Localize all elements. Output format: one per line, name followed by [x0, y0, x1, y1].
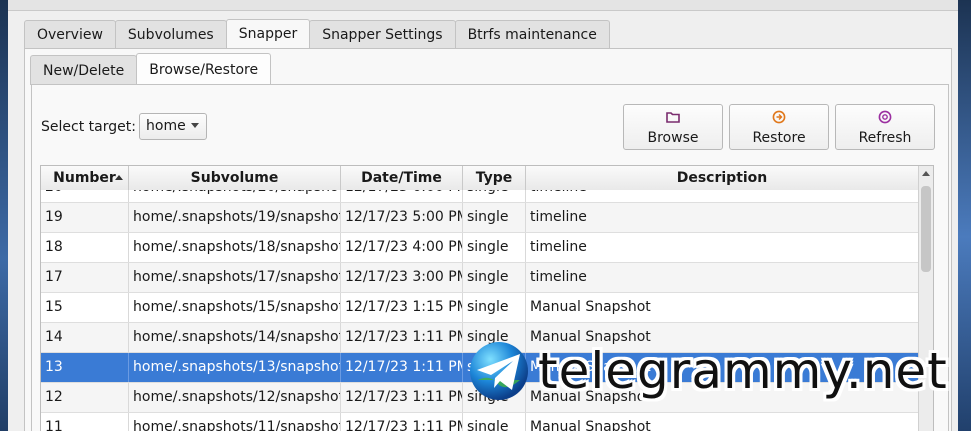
tab-snapper[interactable]: Snapper [225, 19, 311, 49]
cell-number: 12 [41, 383, 129, 412]
cell-subvolume: home/.snapshots/18/snapshot [129, 233, 341, 262]
cell-number: 11 [41, 413, 129, 431]
refresh-button[interactable]: Refresh [835, 104, 935, 150]
target-select[interactable]: home [139, 113, 207, 140]
cell-datetime: 12/17/23 6:00 PM [341, 190, 463, 202]
cell-description: timeline [526, 190, 919, 202]
cell-datetime: 12/17/23 4:00 PM [341, 233, 463, 262]
cell-number: 19 [41, 203, 129, 232]
chevron-down-icon [191, 123, 199, 128]
table-row[interactable]: 18 home/.snapshots/18/snapshot 12/17/23 4:… [41, 233, 919, 263]
sort-ascending-icon [115, 175, 123, 180]
cell-subvolume: home/.snapshots/17/snapshot [129, 263, 341, 292]
tab-browse-restore[interactable]: Browse/Restore [136, 53, 272, 85]
watermark-text: telegrammy.net [538, 342, 948, 400]
cell-datetime: 12/17/23 1:11 PM [341, 413, 463, 431]
refresh-button-label: Refresh [858, 130, 912, 146]
browse-button[interactable]: Browse [623, 104, 723, 150]
restore-button[interactable]: Restore [729, 104, 829, 150]
table-row[interactable]: 15 home/.snapshots/15/snapshot 12/17/23 1:… [41, 293, 919, 323]
browse-button-label: Browse [647, 130, 699, 146]
tab-snapper-settings[interactable]: Snapper Settings [309, 20, 456, 48]
cell-datetime: 12/17/23 1:11 PM [341, 383, 463, 412]
cell-description: Manual Snapshot [526, 293, 919, 322]
table-header: Number Subvolume Date/Time Type Descript… [41, 166, 919, 191]
cell-type: single [463, 293, 526, 322]
cell-type: single [463, 190, 526, 202]
target-select-value: home [146, 118, 186, 134]
telegram-globe-icon [470, 342, 528, 400]
column-header-type[interactable]: Type [463, 166, 526, 190]
cell-number: 18 [41, 233, 129, 262]
cell-number: 15 [41, 293, 129, 322]
cell-subvolume: home/.snapshots/15/snapshot [129, 293, 341, 322]
cell-datetime: 12/17/23 3:00 PM [341, 263, 463, 292]
cell-subvolume: home/.snapshots/14/snapshot [129, 323, 341, 352]
scroll-up-icon[interactable] [922, 171, 930, 176]
cell-subvolume: home/.snapshots/20/snapshot [129, 190, 341, 202]
cell-number: 13 [41, 353, 129, 382]
cell-subvolume: home/.snapshots/12/snapshot [129, 383, 341, 412]
restore-icon [772, 110, 786, 124]
cell-subvolume: home/.snapshots/13/snapshot [129, 353, 341, 382]
table-row[interactable]: 20home/.snapshots/20/snapshot12/17/23 6:… [41, 190, 919, 203]
refresh-icon [878, 110, 892, 124]
cell-datetime: 12/17/23 1:11 PM [341, 353, 463, 382]
cell-subvolume: home/.snapshots/11/snapshot [129, 413, 341, 431]
cell-type: single [463, 413, 526, 431]
cell-type: single [463, 233, 526, 262]
table-row[interactable]: 19 home/.snapshots/19/snapshot 12/17/23 5:… [41, 203, 919, 233]
restore-button-label: Restore [752, 130, 806, 146]
table-row[interactable]: 11 home/.snapshots/11/snapshot 12/17/23 1:… [41, 413, 919, 431]
folder-icon [666, 112, 680, 123]
desktop-background-right [958, 0, 971, 431]
cell-subvolume: home/.snapshots/19/snapshot [129, 203, 341, 232]
table-row[interactable]: 17 home/.snapshots/17/snapshot 12/17/23 3:… [41, 263, 919, 293]
scrollbar-thumb[interactable] [921, 186, 931, 272]
cell-description: timeline [526, 263, 919, 292]
desktop-background-left [0, 0, 8, 431]
cell-datetime: 12/17/23 1:15 PM [341, 293, 463, 322]
snapper-subtabbar: New/Delete Browse/Restore [30, 53, 272, 85]
cell-number: 20 [41, 190, 129, 202]
watermark: telegrammy.net [468, 338, 948, 404]
cell-type: single [463, 263, 526, 292]
column-header-description[interactable]: Description [526, 166, 919, 190]
cell-description: timeline [526, 233, 919, 262]
column-header-number[interactable]: Number [41, 166, 129, 190]
tab-subvolumes[interactable]: Subvolumes [114, 20, 227, 48]
cell-datetime: 12/17/23 1:11 PM [341, 323, 463, 352]
column-header-datetime[interactable]: Date/Time [341, 166, 463, 190]
cell-description: timeline [526, 203, 919, 232]
titlebar-edge [8, 0, 958, 11]
tab-new-delete[interactable]: New/Delete [30, 55, 138, 85]
cell-datetime: 12/17/23 5:00 PM [341, 203, 463, 232]
cell-description: Manual Snapshot [526, 413, 919, 431]
main-tabbar: Overview Subvolumes Snapper Snapper Sett… [24, 19, 610, 49]
cell-type: single [463, 203, 526, 232]
tab-overview[interactable]: Overview [24, 20, 116, 48]
cell-number: 17 [41, 263, 129, 292]
cell-number: 14 [41, 323, 129, 352]
select-target-label: Select target: [41, 119, 136, 135]
column-header-subvolume[interactable]: Subvolume [129, 166, 341, 190]
tab-btrfs-maintenance[interactable]: Btrfs maintenance [454, 20, 610, 48]
